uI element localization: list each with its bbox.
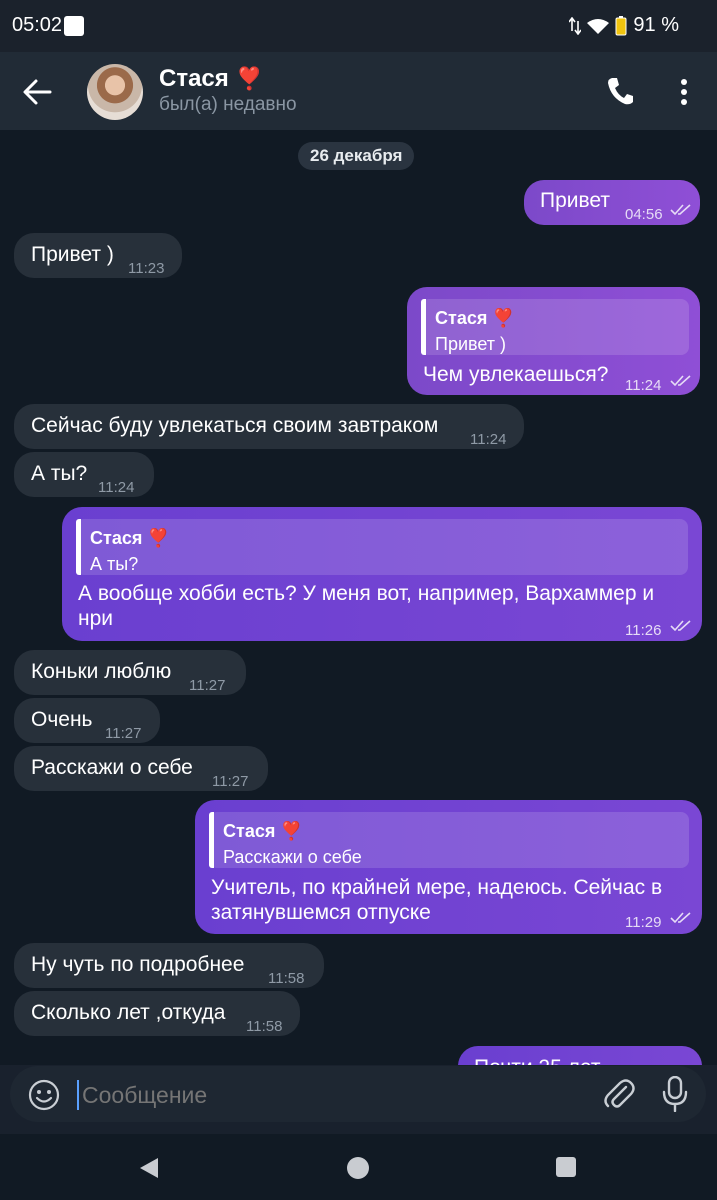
message-text-line: Учитель, по крайней мере, надеюсь. Сейча…: [211, 876, 663, 899]
avatar[interactable]: [87, 64, 143, 120]
message-text: Коньки люблю: [31, 660, 172, 683]
message-incoming[interactable]: А ты? 11:24: [14, 452, 154, 497]
message-text-line: нри: [78, 607, 114, 630]
system-nav-bar: [0, 1134, 717, 1200]
message-text: Чем увлекаешься?: [423, 363, 609, 386]
message-text: Очень: [31, 708, 93, 731]
message-composer: [10, 1066, 706, 1122]
reply-quote[interactable]: Стася ❣️ Привет ): [421, 299, 689, 355]
reply-quote[interactable]: Стася ❣️ А ты?: [76, 519, 688, 575]
message-incoming[interactable]: Расскажи о себе 11:27: [14, 746, 268, 791]
reply-author: Стася ❣️: [90, 528, 170, 548]
data-transfer-icon: [569, 16, 582, 35]
message-incoming[interactable]: Привет ) 11:23: [14, 233, 182, 278]
notification-icon: [64, 16, 84, 36]
wifi-icon: [587, 18, 610, 34]
message-list[interactable]: 26 декабря Привет 04:56 Привет ) 11:23 С…: [0, 130, 717, 1065]
message-text-line: А вообще хобби есть? У меня вот, наприме…: [78, 582, 655, 605]
chat-header: Стася ❣️ был(а) недавно: [0, 52, 717, 130]
contact-name[interactable]: Стася ❣️: [159, 65, 263, 93]
nav-back-icon[interactable]: [138, 1156, 160, 1180]
message-input[interactable]: [80, 1074, 584, 1116]
message-outgoing[interactable]: Стася ❣️ А ты? А вообще хобби есть? У ме…: [62, 507, 702, 641]
paperclip-icon[interactable]: [602, 1078, 636, 1112]
message-outgoing[interactable]: Стася ❣️ Привет ) Чем увлекаешься? 11:24: [407, 287, 700, 395]
double-check-icon: [670, 912, 691, 924]
message-incoming[interactable]: Сколько лет ,откуда 11:58: [14, 991, 300, 1036]
message-text: Почти 25 лет: [474, 1055, 600, 1065]
message-outgoing[interactable]: Стася ❣️ Расскажи о себе Учитель, по кра…: [195, 800, 702, 934]
message-time: 11:58: [246, 1018, 283, 1035]
reply-text: Расскажи о себе: [223, 847, 362, 867]
battery-icon: [615, 15, 627, 35]
status-bar: 05:02 91 %: [0, 0, 717, 52]
reply-author: Стася ❣️: [223, 821, 303, 841]
last-seen-status: был(а) недавно: [159, 94, 297, 115]
message-time: 11:24: [470, 431, 507, 448]
message-time: 11:58: [268, 970, 305, 987]
message-incoming[interactable]: Очень 11:27: [14, 698, 160, 743]
heart-emoji: ❣️: [235, 66, 263, 91]
date-separator: 26 декабря: [298, 142, 415, 170]
double-check-icon: [670, 620, 691, 632]
message-time: 11:27: [212, 773, 249, 790]
status-time: 05:02: [12, 14, 63, 36]
smile-icon[interactable]: [28, 1079, 60, 1111]
microphone-icon[interactable]: [662, 1076, 688, 1112]
message-text-line: затянувшемся отпуске: [211, 901, 431, 924]
message-incoming[interactable]: Сейчас буду увлекаться своим завтраком 1…: [14, 404, 524, 449]
message-time: 11:23: [128, 260, 165, 277]
reply-author: Стася ❣️: [435, 308, 515, 328]
message-text: Ну чуть по подробнее: [31, 953, 245, 976]
arrow-left-icon[interactable]: [22, 78, 52, 106]
message-incoming[interactable]: Ну чуть по подробнее 11:58: [14, 943, 324, 988]
message-time: 11:29: [625, 914, 662, 931]
message-text: Привет: [540, 189, 611, 212]
nav-home-icon[interactable]: [347, 1157, 369, 1179]
reply-quote[interactable]: Стася ❣️ Расскажи о себе: [209, 812, 689, 868]
nav-recents-icon[interactable]: [556, 1157, 576, 1177]
message-outgoing[interactable]: Почти 25 лет: [458, 1046, 702, 1065]
double-check-icon: [670, 375, 691, 387]
text-cursor: [77, 1080, 79, 1110]
message-time: 11:24: [98, 479, 135, 496]
message-outgoing[interactable]: Привет 04:56: [524, 180, 700, 225]
message-time: 11:24: [625, 377, 662, 394]
message-text: Сколько лет ,откуда: [31, 1001, 226, 1024]
more-vertical-icon[interactable]: [674, 78, 694, 106]
double-check-icon: [670, 204, 691, 216]
message-incoming[interactable]: Коньки люблю 11:27: [14, 650, 246, 695]
battery-percent: 91 %: [633, 14, 679, 36]
message-text: А ты?: [31, 462, 88, 485]
reply-text: А ты?: [90, 554, 139, 574]
message-text: Расскажи о себе: [31, 756, 193, 779]
message-text: Сейчас буду увлекаться своим завтраком: [31, 414, 439, 437]
message-text: Привет ): [31, 243, 114, 266]
message-time: 11:27: [189, 677, 226, 694]
message-time: 04:56: [625, 206, 663, 223]
reply-text: Привет ): [435, 334, 507, 354]
message-time: 11:27: [105, 725, 142, 742]
message-time: 11:26: [625, 622, 662, 639]
phone-icon[interactable]: [606, 76, 634, 106]
status-indicators: 91 %: [569, 14, 679, 37]
